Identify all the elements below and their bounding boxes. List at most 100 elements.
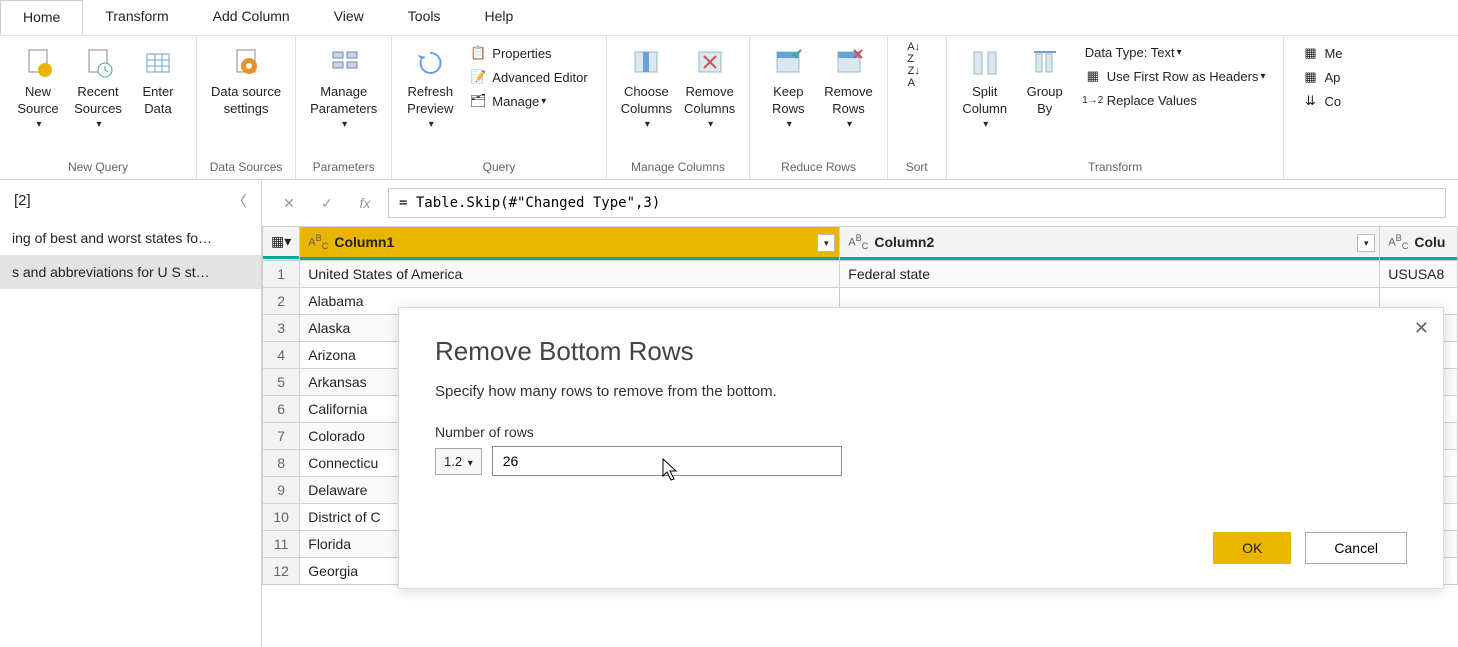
number-of-rows-label: Number of rows — [435, 424, 1407, 440]
keep-rows-icon — [773, 44, 803, 82]
row-number: 4 — [263, 341, 300, 368]
type-icon: ABC — [308, 233, 328, 251]
combine-icon: ⇊ — [1302, 93, 1318, 109]
row-number: 5 — [263, 368, 300, 395]
group-by-icon — [1030, 44, 1060, 82]
row-number: 2 — [263, 287, 300, 314]
row-number: 10 — [263, 503, 300, 530]
row-number: 9 — [263, 476, 300, 503]
remove-rows-button[interactable]: Remove Rows▾ — [818, 40, 878, 135]
row-number: 11 — [263, 530, 300, 557]
data-source-settings-icon — [231, 44, 261, 82]
menu-help[interactable]: Help — [462, 0, 535, 35]
row-number: 6 — [263, 395, 300, 422]
advanced-editor-button[interactable]: 📝Advanced Editor — [464, 66, 593, 88]
enter-data-icon — [143, 44, 173, 82]
new-source-button[interactable]: New Source▾ — [8, 40, 68, 135]
new-source-icon — [23, 44, 53, 82]
formula-cancel-button[interactable]: ✕ — [274, 188, 304, 218]
replace-icon: 1→2 — [1085, 92, 1101, 108]
sort-asc-icon: A↓Z — [906, 45, 922, 61]
close-icon[interactable]: ✕ — [1414, 318, 1429, 339]
dialog-title: Remove Bottom Rows — [435, 336, 1407, 367]
cancel-button[interactable]: Cancel — [1305, 532, 1407, 564]
merge-button[interactable]: ▦Me — [1296, 42, 1348, 64]
query-item-1[interactable]: s and abbreviations for U S st… — [0, 255, 261, 289]
choose-columns-button[interactable]: Choose Columns▾ — [615, 40, 678, 135]
refresh-icon — [415, 44, 445, 82]
cell-col1[interactable]: United States of America — [300, 260, 840, 287]
recent-sources-icon — [83, 44, 113, 82]
enter-data-button[interactable]: Enter Data — [128, 40, 188, 122]
type-icon: ABC — [848, 233, 868, 251]
group-label-query: Query — [400, 157, 597, 177]
row-number: 7 — [263, 422, 300, 449]
group-label-sort: Sort — [896, 157, 938, 177]
group-label-transform: Transform — [955, 157, 1276, 177]
formula-input[interactable] — [388, 188, 1446, 218]
cell-col2[interactable]: Federal state — [840, 260, 1380, 287]
ok-button[interactable]: OK — [1213, 532, 1291, 564]
table-corner[interactable]: ▦▾ — [263, 227, 300, 261]
filter-col1-button[interactable]: ▾ — [817, 234, 835, 252]
filter-col2-button[interactable]: ▾ — [1357, 234, 1375, 252]
split-column-icon — [970, 44, 1000, 82]
ribbon: New Source▾ Recent Sources▾ Enter Data N… — [0, 36, 1458, 180]
group-label-manage-columns: Manage Columns — [615, 157, 742, 177]
properties-button[interactable]: 📋Properties — [464, 42, 593, 64]
column-header-1[interactable]: ABC Column1 ▾ — [300, 227, 840, 261]
number-of-rows-input[interactable] — [492, 446, 842, 476]
sort-desc-button[interactable]: Z↓A — [900, 66, 934, 88]
manage-icon: 🗂 — [470, 93, 486, 109]
group-label-data-sources: Data Sources — [205, 157, 287, 177]
query-count: [2] — [14, 192, 31, 209]
choose-columns-icon — [631, 44, 661, 82]
manage-button[interactable]: 🗂Manage▾ — [464, 90, 593, 112]
refresh-preview-button[interactable]: Refresh Preview▾ — [400, 40, 460, 135]
remove-bottom-rows-dialog: ✕ Remove Bottom Rows Specify how many ro… — [398, 307, 1444, 589]
split-column-button[interactable]: Split Column▾ — [955, 40, 1015, 135]
first-row-icon: ▦ — [1085, 68, 1101, 84]
queries-panel: [2] 〈 ing of best and worst states fo… s… — [0, 180, 262, 647]
query-item-0[interactable]: ing of best and worst states fo… — [0, 221, 261, 255]
cell-col3[interactable]: USUSA8 — [1380, 260, 1458, 287]
row-number: 1 — [263, 260, 300, 287]
properties-icon: 📋 — [470, 45, 486, 61]
row-number: 3 — [263, 314, 300, 341]
append-button[interactable]: ▦Ap — [1296, 66, 1348, 88]
first-row-headers-button[interactable]: ▦Use First Row as Headers▾ — [1079, 65, 1272, 87]
value-type-select[interactable]: 1.2 ▾ — [435, 448, 482, 475]
keep-rows-button[interactable]: Keep Rows▾ — [758, 40, 818, 135]
group-label-new-query: New Query — [8, 157, 188, 177]
advanced-editor-icon: 📝 — [470, 69, 486, 85]
replace-values-button[interactable]: 1→2Replace Values — [1079, 89, 1272, 111]
data-source-settings-button[interactable]: Data source settings — [205, 40, 287, 122]
group-label-reduce-rows: Reduce Rows — [758, 157, 878, 177]
formula-commit-button[interactable]: ✓ — [312, 188, 342, 218]
remove-rows-icon — [834, 44, 864, 82]
menu-view[interactable]: View — [312, 0, 386, 35]
menu-add-column[interactable]: Add Column — [191, 0, 312, 35]
recent-sources-button[interactable]: Recent Sources▾ — [68, 40, 128, 135]
collapse-panel-button[interactable]: 〈 — [232, 190, 247, 211]
column-header-3[interactable]: ABC Colu — [1380, 227, 1458, 261]
dialog-subtitle: Specify how many rows to remove from the… — [435, 383, 1407, 400]
menu-tools[interactable]: Tools — [386, 0, 463, 35]
combine-button[interactable]: ⇊Co — [1296, 90, 1348, 112]
formula-bar: ✕ ✓ fx — [262, 180, 1458, 226]
merge-icon: ▦ — [1302, 45, 1318, 61]
sort-asc-button[interactable]: A↓Z — [900, 42, 934, 64]
column-header-2[interactable]: ABC Column2 ▾ — [840, 227, 1380, 261]
data-type-button[interactable]: Data Type: Text▾ — [1079, 42, 1272, 63]
row-number: 12 — [263, 557, 300, 584]
table-row[interactable]: 1 United States of America Federal state… — [263, 260, 1458, 287]
remove-columns-icon — [695, 44, 725, 82]
group-by-button[interactable]: Group By — [1015, 40, 1075, 122]
remove-columns-button[interactable]: Remove Columns▾ — [678, 40, 741, 135]
menu-home[interactable]: Home — [0, 0, 83, 35]
type-icon: ABC — [1388, 233, 1408, 251]
manage-parameters-button[interactable]: Manage Parameters▾ — [304, 40, 383, 135]
menu-bar: Home Transform Add Column View Tools Hel… — [0, 0, 1458, 36]
menu-transform[interactable]: Transform — [83, 0, 190, 35]
sort-desc-icon: Z↓A — [906, 69, 922, 85]
